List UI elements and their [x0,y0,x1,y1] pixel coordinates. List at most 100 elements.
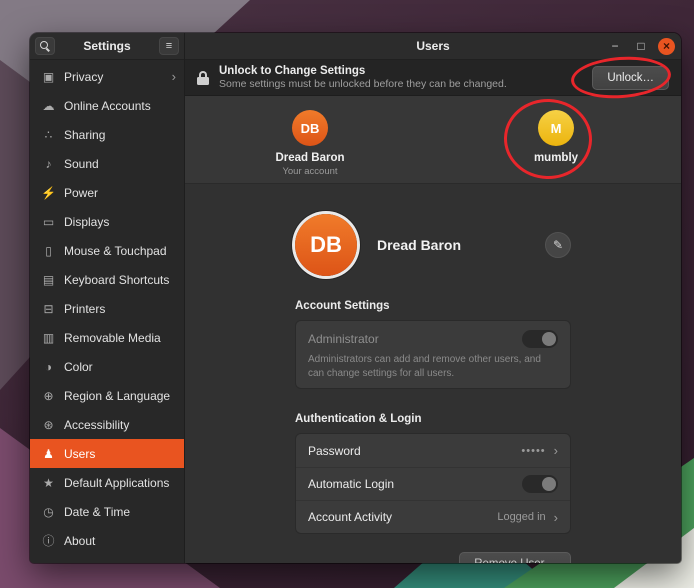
password-value: ••••• [521,445,545,457]
account-activity-value: Logged in [497,511,545,523]
password-row[interactable]: Password ••••• › [296,434,570,467]
unlock-banner-text: Unlock to Change Settings Some settings … [219,65,582,90]
sidebar-item-label: Sound [64,157,176,171]
menu-button[interactable]: ≡ [159,37,179,55]
carousel-user-subtitle: Your account [282,166,337,177]
sidebar-item-about[interactable]: ⓘ About [30,526,184,555]
sidebar-item-label: Printers [64,302,176,316]
main-headerbar: Users − □ × [185,33,681,60]
users-icon: ♟ [41,447,56,461]
account-settings-frame: Administrator Administrators can add and… [295,320,571,389]
user-carousel: DB Dread Baron Your account M mumbly [185,96,681,184]
sidebar-item-users[interactable]: ♟ Users [30,439,184,468]
password-label: Password [308,444,521,458]
settings-title: Settings [59,39,155,53]
lock-icon [197,71,209,85]
sidebar-item-label: Color [64,360,176,374]
sidebar-item-power[interactable]: ⚡ Power [30,178,184,207]
edit-name-button[interactable]: ✎ [545,232,571,258]
authentication-frame: Password ••••• › Automatic Login Account… [295,433,571,534]
sidebar-item-label: Region & Language [64,389,176,403]
power-icon: ⚡ [41,186,56,200]
privacy-icon: ▣ [41,70,56,84]
authentication-login-heading: Authentication & Login [295,413,571,425]
sidebar-item-color[interactable]: ◑ Color [30,352,184,381]
sidebar-item-default-applications[interactable]: ★ Default Applications [30,468,184,497]
settings-window: Settings ≡ ▣ Privacy › ☁ Online Accounts… [30,33,681,563]
sidebar-item-keyboard-shortcuts[interactable]: ▤ Keyboard Shortcuts [30,265,184,294]
sidebar-item-label: Displays [64,215,176,229]
mouse-icon: ▯ [41,244,56,258]
window-controls: − □ × [606,37,675,55]
desktop: Settings ≡ ▣ Privacy › ☁ Online Accounts… [0,0,694,588]
sidebar-item-accessibility[interactable]: ⊛ Accessibility [30,410,184,439]
color-icon: ◑ [41,360,56,374]
account-settings-heading: Account Settings [295,300,571,312]
automatic-login-label: Automatic Login [308,477,522,491]
carousel-user-name: mumbly [534,152,578,164]
sidebar-item-printers[interactable]: ⊟ Printers [30,294,184,323]
sidebar-item-online-accounts[interactable]: ☁ Online Accounts [30,91,184,120]
maximize-button[interactable]: □ [632,37,650,55]
removable-media-icon: ▥ [41,331,56,345]
sidebar-item-mouse-touchpad[interactable]: ▯ Mouse & Touchpad [30,236,184,265]
clock-icon: ◷ [41,505,56,519]
minimize-button[interactable]: − [606,37,624,55]
carousel-user-dread-baron[interactable]: DB Dread Baron Your account [265,110,355,183]
user-detail-panel: DB Dread Baron ✎ Account Settings Admini… [185,184,681,563]
sidebar-item-removable-media[interactable]: ▥ Removable Media [30,323,184,352]
unlock-button[interactable]: Unlock… [592,66,669,90]
sidebar-item-label: Mouse & Touchpad [64,244,176,258]
unlock-banner: Unlock to Change Settings Some settings … [185,60,681,96]
chevron-right-icon: › [554,510,558,525]
administrator-toggle[interactable] [522,330,558,348]
close-button[interactable]: × [658,38,675,55]
search-button[interactable] [35,37,55,55]
sidebar: Settings ≡ ▣ Privacy › ☁ Online Accounts… [30,33,185,563]
star-icon: ★ [41,476,56,490]
cloud-icon: ☁ [41,99,56,113]
sidebar-item-label: Users [64,447,176,461]
sidebar-item-label: Privacy [64,70,164,84]
sidebar-headerbar: Settings ≡ [30,33,184,60]
unlock-banner-subtitle: Some settings must be unlocked before th… [219,78,582,90]
chevron-right-icon: › [554,443,558,458]
profile-name: Dread Baron [377,237,545,253]
keyboard-icon: ▤ [41,273,56,287]
account-activity-label: Account Activity [308,510,497,524]
sidebar-item-label: Accessibility [64,418,176,432]
sidebar-item-label: Removable Media [64,331,176,345]
sidebar-item-displays[interactable]: ▭ Displays [30,207,184,236]
globe-icon: ⊕ [41,389,56,403]
search-icon [39,40,51,52]
sidebar-item-sharing[interactable]: ∴ Sharing [30,120,184,149]
remove-user-button[interactable]: Remove User… [459,552,571,563]
avatar: DB [295,214,357,276]
sound-icon: ♪ [41,157,56,171]
sidebar-item-label: Date & Time [64,505,176,519]
automatic-login-toggle[interactable] [522,475,558,493]
profile-row: DB Dread Baron ✎ [295,214,571,276]
main-panel: Users − □ × Unlock to Change Settings So… [185,33,681,563]
account-activity-row[interactable]: Account Activity Logged in › [296,500,570,533]
carousel-user-mumbly[interactable]: M mumbly [511,110,601,183]
avatar: DB [292,110,328,146]
sidebar-item-label: Power [64,186,176,200]
sidebar-item-label: Online Accounts [64,99,176,113]
carousel-user-name: Dread Baron [275,152,344,164]
sidebar-item-region-language[interactable]: ⊕ Region & Language [30,381,184,410]
sidebar-item-label: Sharing [64,128,176,142]
chevron-right-icon: › [172,69,176,84]
sidebar-item-label: Default Applications [64,476,176,490]
sidebar-item-privacy[interactable]: ▣ Privacy › [30,62,184,91]
sidebar-list: ▣ Privacy › ☁ Online Accounts ∴ Sharing … [30,60,184,563]
sidebar-item-date-time[interactable]: ◷ Date & Time [30,497,184,526]
accessibility-icon: ⊛ [41,418,56,432]
share-icon: ∴ [41,128,56,142]
printer-icon: ⊟ [41,302,56,316]
hamburger-menu-icon: ≡ [166,40,172,52]
sidebar-item-sound[interactable]: ♪ Sound [30,149,184,178]
administrator-description: Administrators can add and remove other … [308,353,558,380]
pencil-icon: ✎ [553,238,563,252]
info-icon: ⓘ [41,532,56,549]
